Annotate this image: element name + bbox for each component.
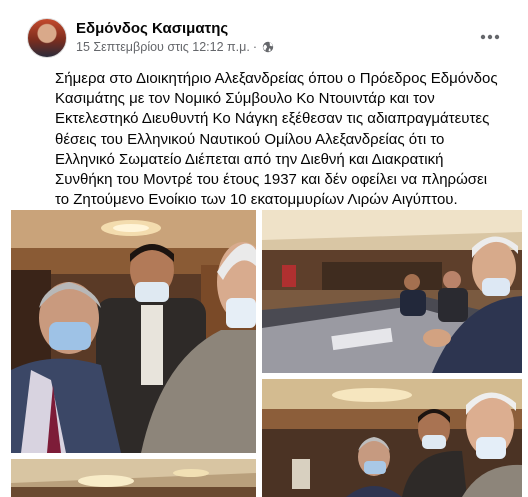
photo-ceiling-lights[interactable] (11, 459, 256, 497)
photo-meeting-three-men[interactable] (11, 210, 256, 453)
more-options-button[interactable] (475, 22, 505, 52)
author-avatar[interactable] (27, 18, 67, 58)
post-meta: 15 Σεπτεμβρίου στις 12:12 π.μ. · (76, 40, 274, 56)
post-card: Εδμόνδος Κασιματης 15 Σεπτεμβρίου στις 1… (0, 0, 528, 497)
more-horizontal-icon (480, 34, 500, 40)
globe-icon[interactable] (262, 41, 274, 56)
post-header: Εδμόνδος Κασιματης 15 Σεπτεμβρίου στις 1… (27, 18, 507, 58)
author-name[interactable]: Εδμόνδος Κασιματης (76, 20, 228, 37)
photo-conference-room[interactable] (262, 210, 522, 373)
meta-separator: · (252, 40, 257, 54)
post-text: Σήμερα στο Διοικητήριο Αλεξανδρείας όπου… (55, 70, 498, 209)
photo-group-close[interactable] (262, 379, 522, 497)
photo-grid (11, 210, 522, 497)
post-timestamp[interactable]: 15 Σεπτεμβρίου στις 12:12 π.μ. (76, 40, 250, 54)
